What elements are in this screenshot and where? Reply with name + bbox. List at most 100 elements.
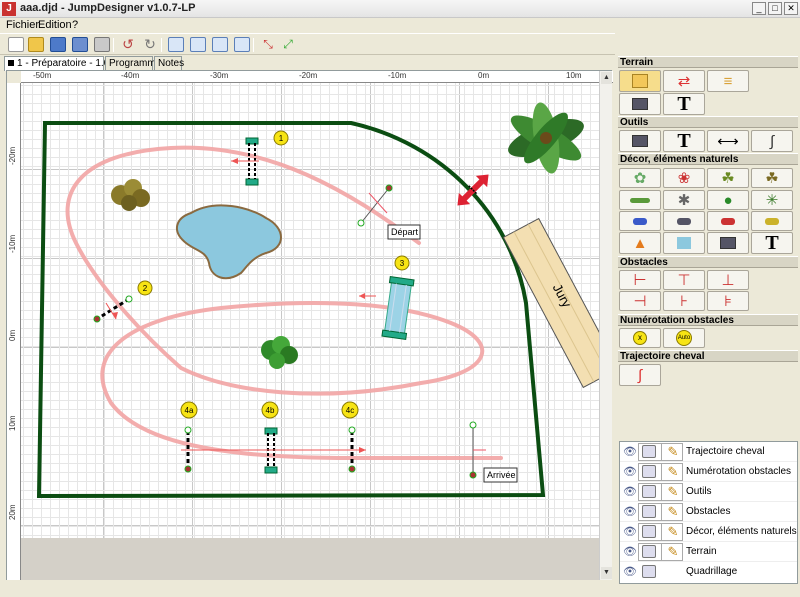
obstacle-combo-button[interactable]: ⊧ xyxy=(707,291,749,311)
zoom-in-icon[interactable]: ⤡ xyxy=(260,37,276,52)
print-icon[interactable] xyxy=(642,465,656,478)
save-as-icon[interactable] xyxy=(72,37,88,52)
decor-water-button[interactable] xyxy=(663,232,705,254)
export-icon-4[interactable] xyxy=(234,37,250,52)
number-manual-button[interactable]: x xyxy=(619,328,661,348)
decor-text-button[interactable]: T xyxy=(751,232,793,254)
decor-flowers-button[interactable]: ✿ xyxy=(619,168,661,188)
eye-icon[interactable]: 👁 xyxy=(623,565,637,579)
trajectory-tool-button[interactable]: ∫ xyxy=(619,364,661,386)
decor-redflowers-button[interactable]: ❀ xyxy=(663,168,705,188)
decor-car-yellow-button[interactable] xyxy=(751,211,793,231)
layer-label: Décor, éléments naturels xyxy=(686,526,797,537)
print-icon[interactable] xyxy=(642,485,656,498)
decor-image-button[interactable] xyxy=(707,232,749,254)
image-icon xyxy=(720,237,736,249)
pencil-icon[interactable]: ✎ xyxy=(665,524,681,540)
eye-icon[interactable]: 👁 xyxy=(623,505,637,519)
layer-row[interactable]: 👁 ✎ Trajectoire cheval xyxy=(620,442,797,462)
pencil-icon[interactable]: ✎ xyxy=(665,464,681,480)
layer-row[interactable]: 👁 ✎ Terrain xyxy=(620,542,797,562)
pencil-icon[interactable]: ✎ xyxy=(665,484,681,500)
decor-car-red-button[interactable] xyxy=(707,211,749,231)
number-auto-button[interactable]: Auto xyxy=(663,328,705,348)
layer-row[interactable]: 👁 ✎ Décor, éléments naturels xyxy=(620,522,797,542)
combination-icon: ⊧ xyxy=(724,292,732,310)
tool-curve-button[interactable]: ∫ xyxy=(751,130,793,152)
layer-row[interactable]: 👁 ✎ Outils xyxy=(620,482,797,502)
eye-icon[interactable]: 👁 xyxy=(623,545,637,559)
canvas-area[interactable]: -50m -40m -30m -20m -10m 0m 10m -20m -10… xyxy=(6,70,613,581)
eye-icon[interactable]: 👁 xyxy=(623,485,637,499)
print-icon[interactable] xyxy=(642,505,656,518)
title-bar[interactable]: J aaa.djd - JumpDesigner v1.0.7-LP _ □ ✕ xyxy=(0,0,800,18)
obstacle-oxer-button[interactable]: ⊤ xyxy=(663,270,705,290)
obstacle-wall-button[interactable]: ⊦ xyxy=(663,291,705,311)
obstacle-1 xyxy=(231,137,259,186)
terrain-arrow-button[interactable]: ⇄ xyxy=(663,70,705,92)
zoom-out-icon[interactable]: ⤢ xyxy=(280,37,296,52)
terrain-image-button[interactable] xyxy=(619,93,661,115)
obstacle-water-button[interactable]: ⊣ xyxy=(619,291,661,311)
eye-icon[interactable]: 👁 xyxy=(623,525,637,539)
terrain-sand-button[interactable] xyxy=(619,70,661,92)
decor-car-blue-button[interactable] xyxy=(619,211,661,231)
decor-shrub-button[interactable]: ☘ xyxy=(751,168,793,188)
tab-notes[interactable]: Notes xyxy=(154,56,184,70)
menu-help[interactable]: ? xyxy=(72,19,78,31)
maximize-button[interactable]: □ xyxy=(768,2,782,15)
save-icon[interactable] xyxy=(50,37,66,52)
export-icon-3[interactable] xyxy=(212,37,228,52)
scroll-up-icon[interactable]: ▲ xyxy=(601,72,612,84)
print-icon[interactable] xyxy=(642,545,656,558)
new-icon[interactable] xyxy=(8,37,24,52)
undo-icon[interactable]: ↺ xyxy=(120,37,136,52)
window-title: aaa.djd - JumpDesigner v1.0.7-LP xyxy=(20,2,196,14)
terrain-gate-button[interactable]: ≡ xyxy=(707,70,749,92)
bush-1 xyxy=(111,179,150,211)
redo-icon[interactable]: ↻ xyxy=(142,37,158,52)
car-icon xyxy=(633,217,647,225)
vertical-scrollbar[interactable]: ▲ ▼ xyxy=(599,71,612,581)
open-icon[interactable] xyxy=(28,37,44,52)
decor-palm-button[interactable]: ✳ xyxy=(751,190,793,210)
section-terrain: Terrain xyxy=(618,56,798,68)
tool-measure-button[interactable]: ⟷ xyxy=(707,130,749,152)
obstacle-vertical-button[interactable]: ⊢ xyxy=(619,270,661,290)
arena-drawing[interactable]: Jury Départ Arrivée 1 2 3 4a 4b 4c xyxy=(21,83,599,538)
tool-text-button[interactable]: T xyxy=(663,130,705,152)
export-icon-1[interactable] xyxy=(168,37,184,52)
terrain-text-button[interactable]: T xyxy=(663,93,705,115)
arena-grid[interactable]: Jury Départ Arrivée 1 2 3 4a 4b 4c xyxy=(21,83,599,538)
decor-tree-button[interactable]: ● xyxy=(707,190,749,210)
scroll-down-icon[interactable]: ▼ xyxy=(601,567,612,579)
section-obstacles: Obstacles xyxy=(618,256,798,268)
decor-bush-button[interactable]: ☘ xyxy=(707,168,749,188)
pencil-icon[interactable]: ✎ xyxy=(665,544,681,560)
print-icon[interactable] xyxy=(94,37,110,52)
decor-cone-button[interactable]: ▲ xyxy=(619,232,661,254)
layer-row[interactable]: 👁 Quadrillage xyxy=(620,562,797,582)
pencil-icon[interactable]: ✎ xyxy=(665,504,681,520)
tab-preparatoire[interactable]: 1 - Préparatoire - 1.0m xyxy=(4,56,118,71)
layer-row[interactable]: 👁 ✎ Numérotation obstacles xyxy=(620,462,797,482)
pencil-icon[interactable]: ✎ xyxy=(665,444,681,460)
menu-edition[interactable]: Edition xyxy=(38,19,72,31)
eye-icon[interactable]: 👁 xyxy=(623,445,637,459)
print-icon[interactable] xyxy=(642,525,656,538)
obstacle-triple-button[interactable]: ⊥ xyxy=(707,270,749,290)
eye-icon[interactable]: 👁 xyxy=(623,465,637,479)
decor-car-gray-button[interactable] xyxy=(663,211,705,231)
tool-image-button[interactable] xyxy=(619,130,661,152)
layer-row[interactable]: 👁 ✎ Obstacles xyxy=(620,502,797,522)
decor-hedge-button[interactable] xyxy=(619,190,661,210)
minimize-button[interactable]: _ xyxy=(752,2,766,15)
tab-programme[interactable]: Programme xyxy=(105,56,161,70)
close-button[interactable]: ✕ xyxy=(784,2,798,15)
menu-fichier[interactable]: Fichier xyxy=(6,19,39,31)
print-icon[interactable] xyxy=(642,565,656,578)
decor-rock-button[interactable]: ✱ xyxy=(663,190,705,210)
print-icon[interactable] xyxy=(642,445,656,458)
export-icon-2[interactable] xyxy=(190,37,206,52)
double-arrow-icon: ⇄ xyxy=(677,72,691,90)
